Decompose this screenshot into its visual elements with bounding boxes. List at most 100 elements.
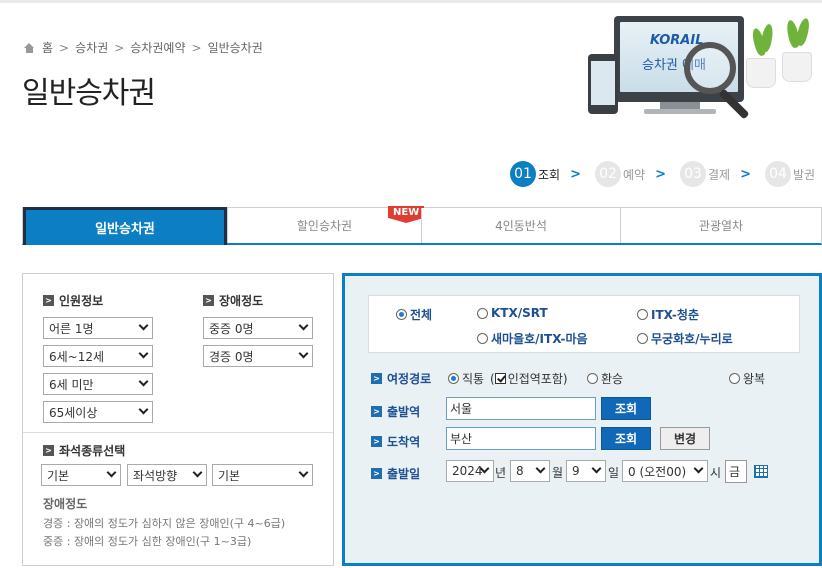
breadcrumb-ticket[interactable]: 승차권 — [75, 39, 108, 56]
month-select[interactable]: 8 — [510, 460, 550, 482]
arrow-bullet-icon: > — [43, 445, 54, 456]
train-ktx-radio[interactable]: KTX/SRT — [477, 306, 548, 320]
chevron-down-icon — [138, 404, 149, 415]
arrow-bullet-icon: > — [43, 295, 54, 306]
chevron-down-icon — [138, 320, 149, 331]
arrival-search-button[interactable]: 조회 — [601, 427, 651, 450]
tab-general[interactable]: 일반승차권 — [23, 207, 227, 245]
radio-icon — [637, 309, 648, 320]
radio-checked-icon — [448, 373, 459, 384]
progress-steps: 01 조회 > 02 예약 > 03 결제 > 04 발권 — [510, 161, 815, 187]
weekday-display: 금 — [725, 460, 747, 483]
arrow-bullet-icon: > — [371, 436, 382, 447]
chevron-down-icon — [298, 467, 309, 478]
day-unit: 일 — [608, 466, 620, 480]
transfer-radio[interactable]: 환승 — [587, 370, 623, 387]
year-unit: 년 — [495, 466, 507, 480]
calendar-icon[interactable] — [754, 465, 768, 478]
departure-search-button[interactable]: 조회 — [601, 397, 651, 420]
radio-checked-icon — [396, 309, 407, 320]
chevron-right-icon: > — [114, 40, 125, 55]
page-title: 일반승차권 — [22, 76, 156, 111]
arrival-label: > 도착역 — [371, 433, 420, 450]
search-panel: 전체 KTX/SRT ITX-청춘 새마을호/ITX-마음 무궁화호/누리로 >… — [342, 273, 822, 566]
departure-input[interactable]: 서울 — [446, 397, 596, 420]
top-border — [0, 0, 822, 3]
train-type-box: 전체 KTX/SRT ITX-청춘 새마을호/ITX-마음 무궁화호/누리로 — [368, 295, 800, 353]
train-mugunghwa-radio[interactable]: 무궁화호/누리로 — [637, 330, 733, 347]
infant-select[interactable]: 6세 미만 — [43, 373, 153, 395]
seat-type-title: > 좌석종류선택 — [43, 442, 125, 459]
mild-disability-select[interactable]: 경증 0명 — [203, 345, 313, 367]
passenger-info-title: > 인원정보 — [43, 292, 103, 309]
arrival-input[interactable]: 부산 — [446, 427, 596, 450]
year-select[interactable]: 2024 — [446, 460, 494, 482]
train-saemaeul-radio[interactable]: 새마을호/ITX-마음 — [477, 330, 588, 347]
chevron-down-icon — [298, 348, 309, 359]
adult-select[interactable]: 어른 1명 — [43, 317, 153, 339]
departure-label: > 출발역 — [371, 403, 420, 420]
month-unit: 월 — [552, 466, 564, 480]
child-select[interactable]: 6세~12세 — [43, 345, 153, 367]
chevron-down-icon — [298, 320, 309, 331]
checkbox-checked-icon — [494, 373, 506, 384]
plant-pot — [782, 52, 812, 82]
ticket-tabs: 일반승차권 할인승차권 NEW 4인동반석 관광열차 — [22, 206, 822, 245]
tab-family-seat[interactable]: 4인동반석 — [421, 208, 620, 243]
chevron-down-icon — [591, 463, 602, 474]
step-payment: 03 결제 > — [680, 161, 765, 187]
chevron-right-icon: > — [191, 40, 202, 55]
arrow-bullet-icon: > — [371, 373, 382, 384]
train-all-radio[interactable]: 전체 — [396, 306, 432, 323]
swap-stations-button[interactable]: 변경 — [660, 427, 710, 450]
disability-note-severe: 중증 : 장애의 정도가 심한 장애인(구 1~3급) — [43, 535, 252, 548]
radio-icon — [587, 373, 598, 384]
plant-pot — [746, 58, 776, 88]
breadcrumb-current: 일반승차권 — [207, 41, 263, 55]
hour-select[interactable]: 0 (오전00) — [622, 460, 708, 482]
breadcrumb-home[interactable]: 홈 — [42, 39, 53, 56]
tab-tour-train[interactable]: 관광열차 — [620, 208, 821, 243]
senior-select[interactable]: 65세이상 — [43, 401, 153, 423]
nearby-checkbox[interactable]: (인접역포함) — [490, 370, 568, 387]
departure-date-label: > 출발일 — [371, 465, 420, 482]
day-select[interactable]: 9 — [566, 460, 606, 482]
chevron-down-icon — [192, 467, 203, 478]
arrow-bullet-icon: > — [203, 295, 214, 306]
chevron-right-icon: > — [570, 166, 581, 182]
step-search: 01 조회 > — [510, 161, 595, 187]
step-reserve: 02 예약 > — [595, 161, 680, 187]
arrow-bullet-icon: > — [371, 406, 382, 417]
chevron-down-icon — [138, 376, 149, 387]
chevron-down-icon — [535, 463, 546, 474]
radio-icon — [477, 333, 488, 344]
direct-radio[interactable]: 직통 — [448, 370, 484, 387]
divider — [23, 432, 333, 433]
radio-icon — [637, 333, 648, 344]
roundtrip-radio[interactable]: 왕복 — [729, 370, 765, 387]
arrow-bullet-icon: > — [371, 468, 382, 479]
passenger-panel: > 인원정보 > 장애정도 어른 1명 6세~12세 6세 미만 65세이상 중증 … — [22, 273, 334, 566]
magnifier-icon — [684, 42, 736, 94]
breadcrumb-reservation[interactable]: 승차권예약 — [130, 39, 185, 56]
seat-type-select[interactable]: 기본 — [41, 464, 121, 486]
severe-disability-select[interactable]: 중증 0명 — [203, 317, 313, 339]
disability-title: > 장애정도 — [203, 292, 263, 309]
hour-unit: 시 — [710, 466, 722, 480]
seat-direction-select[interactable]: 좌석방향 — [127, 464, 207, 486]
home-icon — [24, 42, 35, 53]
disability-note-title: 장애정도 — [43, 497, 88, 511]
seat-option-select[interactable]: 기본 — [212, 464, 313, 486]
chevron-right-icon: > — [740, 166, 751, 182]
route-label: > 여정경로 — [371, 370, 431, 387]
chevron-right-icon: > — [655, 166, 666, 182]
hero-illustration: KORAIL 승차권 예매 — [580, 12, 822, 124]
train-itx-cheongchun-radio[interactable]: ITX-청춘 — [637, 306, 699, 323]
step-issue: 04 발권 — [765, 161, 815, 187]
phone-image — [588, 54, 618, 114]
radio-icon — [477, 307, 488, 319]
radio-icon — [729, 373, 740, 384]
chevron-down-icon — [693, 463, 704, 474]
tab-discount[interactable]: 할인승차권 NEW — [227, 206, 425, 243]
tab-discount-label: 할인승차권 — [296, 219, 353, 233]
